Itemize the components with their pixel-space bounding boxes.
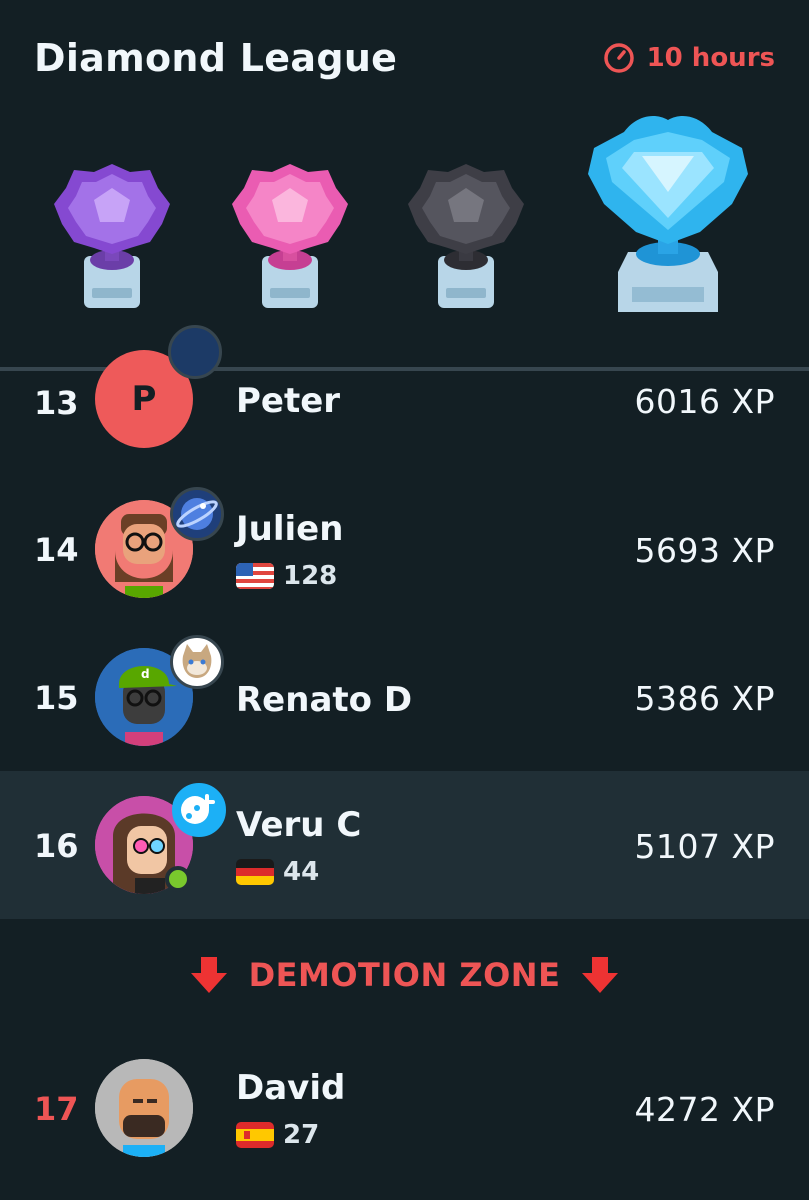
trophy-row [0,110,809,340]
xp-value: 5107 XP [634,827,775,866]
xp-value: 6016 XP [634,382,775,421]
rank-number: 14 [34,531,79,569]
user-name: Julien [236,509,344,549]
user-name: David [236,1068,346,1108]
user-meta: 27 [236,1120,319,1150]
user-name: Veru C [236,805,362,845]
pearl-trophy-icon[interactable] [228,160,352,315]
xp-value: 4272 XP [634,1090,775,1129]
streak-count: 128 [283,561,338,591]
arrow-down-icon [582,957,619,993]
online-status-dot [165,866,191,892]
user-meta: 44 [236,857,319,887]
rank-number: 13 [34,384,79,422]
xp-value: 5386 XP [634,679,775,718]
league-badge-icon [168,325,222,379]
germany-flag-icon [236,859,274,885]
obsidian-trophy-icon[interactable] [404,160,528,315]
rank-number: 17 [34,1090,79,1128]
league-header: Diamond League 10 hours [0,0,809,370]
leaderboard-row-current-user[interactable]: 16 Veru C 44 5107 XP [0,771,809,919]
rank-number: 16 [34,827,79,865]
leaderboard-row[interactable]: 17 David 27 4272 XP [0,1034,809,1182]
streak-count: 27 [283,1120,320,1150]
planet-badge-icon [170,487,224,541]
demotion-zone-label: DEMOTION ZONE [248,956,561,994]
arrow-down-icon [190,957,227,993]
avatar-letter: P [131,379,157,419]
rank-number: 15 [34,679,79,717]
timer-label: 10 hours [646,43,775,73]
cat-badge-icon [170,635,224,689]
leaderboard-row[interactable]: 15 d Renato D 5386 XP [0,623,809,771]
user-name: Renato D [236,680,413,720]
league-title: Diamond League [34,36,398,80]
us-flag-icon [236,563,274,589]
bald-man-avatar-icon [95,1059,193,1157]
amethyst-trophy-icon[interactable] [50,160,174,315]
clock-icon [603,43,634,73]
leaderboard-row[interactable]: 14 Julien 128 5693 XP [0,475,809,623]
avatar[interactable] [95,1059,193,1157]
dice-badge-icon [172,783,226,837]
spain-flag-icon [236,1122,274,1148]
leaderboard-row[interactable]: 13 P Peter 6016 XP [0,325,809,473]
svg-text:d: d [141,667,150,681]
xp-value: 5693 XP [634,531,775,570]
user-meta: 128 [236,561,337,591]
league-timer: 10 hours [603,42,775,74]
demotion-zone-banner: DEMOTION ZONE [0,940,809,1010]
streak-count: 44 [283,857,320,887]
diamond-trophy-icon[interactable] [582,112,754,327]
user-name: Peter [236,381,341,421]
